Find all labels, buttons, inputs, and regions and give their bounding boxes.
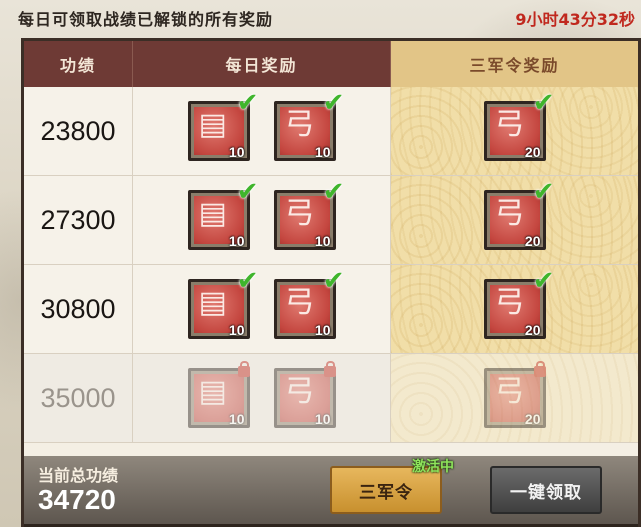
total-score-label: 当前总功绩 [38, 466, 119, 485]
reward-panel: 功绩 每日奖励 三军令奖励 23800 ▤ 10 ✔ ⼸ 10 ✔ ⼸ 20 ✔… [21, 38, 641, 527]
reward-qty: 10 [314, 411, 331, 427]
boot-icon: ⼸ [284, 196, 315, 231]
claimed-check-icon: ✔ [532, 266, 555, 296]
scroll-icon: ▤ [198, 285, 227, 320]
reward-qty: 20 [524, 233, 541, 249]
reward-qty: 10 [228, 144, 245, 160]
scroll-icon: ▤ [198, 107, 227, 142]
table-row: 23800 ▤ 10 ✔ ⼸ 10 ✔ ⼸ 20 ✔ [24, 87, 638, 176]
reward-qty: 10 [228, 322, 245, 338]
reward-item-scroll[interactable]: ▤ 10 [187, 361, 250, 428]
daily-rewards: ▤ 10 ⼸ 10 [133, 354, 391, 442]
claimed-check-icon: ✔ [236, 177, 259, 207]
scroll-icon: ▤ [198, 374, 227, 409]
table-row: 27300 ▤ 10 ✔ ⼸ 10 ✔ ⼸ 20 ✔ [24, 176, 638, 265]
reward-item-scroll[interactable]: ▤ 10 ✔ [187, 90, 259, 161]
reward-qty: 10 [228, 233, 245, 249]
reward-qty: 20 [524, 322, 541, 338]
total-score-value: 34720 [38, 484, 116, 515]
boot-icon: ⼸ [494, 285, 525, 320]
reward-qty: 20 [524, 411, 541, 427]
reward-item-boot[interactable]: ⼸ 10 ✔ [273, 268, 345, 339]
lock-icon [323, 361, 336, 377]
row-score: 30800 [24, 265, 133, 353]
column-header-army: 三军令奖励 [391, 41, 638, 87]
claimed-check-icon: ✔ [532, 88, 555, 118]
scroll-icon: ▤ [198, 196, 227, 231]
reward-qty: 10 [314, 322, 331, 338]
column-header-daily: 每日奖励 [133, 41, 391, 87]
row-score: 27300 [24, 176, 133, 264]
daily-rewards: ▤ 10 ✔ ⼸ 10 ✔ [133, 176, 391, 264]
army-reward: ⼸ 20 ✔ [391, 87, 638, 175]
active-status-tag: 激活中 [412, 459, 454, 475]
boot-icon: ⼸ [284, 107, 315, 142]
army-reward: ⼸ 20 ✔ [391, 176, 638, 264]
table-header: 功绩 每日奖励 三军令奖励 [24, 41, 638, 87]
claimed-check-icon: ✔ [236, 88, 259, 118]
boot-icon: ⼸ [494, 196, 525, 231]
reward-item-scroll[interactable]: ▤ 10 ✔ [187, 179, 259, 250]
column-header-score: 功绩 [24, 41, 133, 87]
reward-item-boot[interactable]: ⼸ 20 [483, 361, 546, 428]
reward-item-boot[interactable]: ⼸ 20 ✔ [483, 179, 555, 250]
reward-item-scroll[interactable]: ▤ 10 ✔ [187, 268, 259, 339]
row-score: 23800 [24, 87, 133, 175]
claim-all-button[interactable]: 一键领取 [490, 466, 602, 514]
row-score: 35000 [24, 354, 133, 442]
reward-qty: 10 [314, 233, 331, 249]
table-row-locked: 35000 ▤ 10 ⼸ 10 ⼸ 20 [24, 354, 638, 443]
daily-rewards: ▤ 10 ✔ ⼸ 10 ✔ [133, 87, 391, 175]
claimed-check-icon: ✔ [322, 177, 345, 207]
army-reward: ⼸ 20 [391, 354, 638, 442]
reward-qty: 10 [314, 144, 331, 160]
claimed-check-icon: ✔ [236, 266, 259, 296]
claimed-check-icon: ✔ [322, 266, 345, 296]
lock-icon [237, 361, 250, 377]
header-notice: 每日可领取战绩已解锁的所有奖励 [18, 10, 274, 29]
reward-qty: 20 [524, 144, 541, 160]
boot-icon: ⼸ [284, 374, 315, 409]
boot-icon: ⼸ [494, 107, 525, 142]
army-reward: ⼸ 20 ✔ [391, 265, 638, 353]
daily-rewards: ▤ 10 ✔ ⼸ 10 ✔ [133, 265, 391, 353]
lock-icon [533, 361, 546, 377]
reward-item-boot[interactable]: ⼸ 10 ✔ [273, 90, 345, 161]
reward-item-boot[interactable]: ⼸ 20 ✔ [483, 90, 555, 161]
countdown-timer: 9小时43分32秒 [515, 10, 635, 29]
reward-qty: 10 [228, 411, 245, 427]
footer-bar: 当前总功绩 34720 三军令 激活中 一键领取 [24, 456, 638, 527]
table-row: 30800 ▤ 10 ✔ ⼸ 10 ✔ ⼸ 20 ✔ [24, 265, 638, 354]
reward-item-boot[interactable]: ⼸ 10 [273, 361, 336, 428]
claimed-check-icon: ✔ [322, 88, 345, 118]
boot-icon: ⼸ [494, 374, 525, 409]
reward-item-boot[interactable]: ⼸ 20 ✔ [483, 268, 555, 339]
claimed-check-icon: ✔ [532, 177, 555, 207]
boot-icon: ⼸ [284, 285, 315, 320]
reward-item-boot[interactable]: ⼸ 10 ✔ [273, 179, 345, 250]
